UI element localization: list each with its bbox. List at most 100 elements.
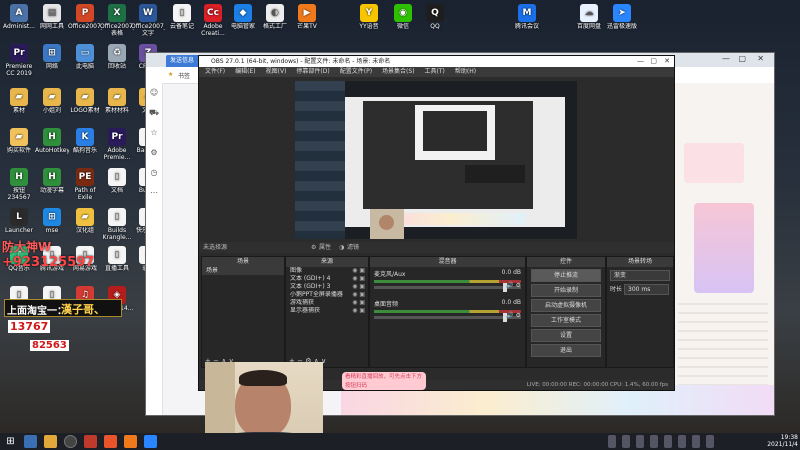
taskbar-app-icon[interactable] [144,435,157,448]
desktop-icon[interactable]: Pr Premiere CC 2019 [2,44,36,77]
desktop-icon[interactable]: PE Path of Exile [68,168,102,201]
control-button[interactable]: 工作室模式 [531,314,601,327]
user-icon[interactable]: ☺ [146,83,162,103]
desktop-icon[interactable]: Q QQ [418,4,452,37]
star-icon[interactable]: ☆ [146,123,162,143]
page-tip[interactable]: 看精彩直播回放，可先点击下方按钮扫码 [342,372,426,390]
speaker-icon[interactable]: 🔊 ⚙ [506,312,521,319]
obs-window[interactable]: OBS 27.0.1 (64-bit, windows) - 配置文件: 未命名… [198,55,675,391]
obs-preview[interactable] [295,81,577,239]
cart-icon[interactable]: ⛟ [146,103,162,123]
scene-item[interactable]: 场景 [202,267,284,275]
duration-input[interactable]: 300 ms [624,284,669,295]
desktop-icon[interactable]: ▰ 素材 [2,88,36,121]
tray-icon[interactable] [622,435,630,448]
desktop-icon[interactable]: L Launcher [2,208,36,241]
transition-select[interactable]: 渐变 [610,270,670,281]
minimize-icon[interactable]: — [637,56,644,67]
desktop-icon[interactable]: ♻ 回收站 [100,44,134,77]
taskbar-app-icon[interactable] [44,435,57,448]
desktop-icon[interactable]: X Office2007_表格 [100,4,134,37]
desktop-icon[interactable]: W Office2007_文字 [131,4,165,37]
desktop-icon[interactable]: H AutoHotkey [35,128,69,161]
maximize-icon[interactable]: ▢ [738,54,746,63]
desktop-icon[interactable]: ▰ 小姐刘 [35,88,69,121]
properties-button[interactable]: 属性 [319,242,331,253]
menu-item[interactable]: 工具(T) [425,68,445,75]
desktop-icon[interactable]: ▰ LOGO素材 [68,88,102,121]
desktop-icon[interactable]: H 动漫字幕 [35,168,69,201]
desktop-icon[interactable]: ◐ 格式工厂 [258,4,292,37]
desktop-icon[interactable]: POffice2007_... [68,4,102,37]
maximize-icon[interactable]: ▢ [650,56,657,67]
desktop-icon[interactable]: ➤ 迅雷极速版 [605,4,639,37]
desktop-icon[interactable]: Y YY语音 [352,4,386,37]
taskbar-app-icon[interactable] [84,435,97,448]
control-button[interactable]: 退出 [531,344,601,357]
tray-icon[interactable] [636,435,644,448]
source-item[interactable]: 小鹅PPT全屏录播器 ◉ ▣ [286,291,368,299]
windows-start-icon[interactable]: ⊞ [4,435,17,448]
control-button[interactable]: 启动虚拟摄像机 [531,299,601,312]
clock[interactable]: 19:38 2021/11/4 [767,434,798,448]
menu-item[interactable]: 视图(V) [266,68,287,75]
taskbar-app-icon[interactable] [124,435,137,448]
desktop-icon[interactable]: ▯ 云备笔记 [165,4,199,37]
gear-icon[interactable]: ⚙ [311,242,316,253]
visibility-icon[interactable]: ◉ ▣ [352,307,365,315]
desktop-icon[interactable]: ◆ 电脑管家 [226,4,260,37]
tray-icon[interactable] [608,435,616,448]
filters-button[interactable]: 滤镜 [347,242,359,253]
volume-slider[interactable]: 🔊 ⚙ [374,282,521,292]
desktop-icon[interactable]: H 按钮234567 [2,168,36,201]
desktop-icon[interactable]: ▤ 网网工具 [35,4,69,37]
tray-icon[interactable] [706,435,714,448]
control-button[interactable]: 设置 [531,329,601,342]
menu-item[interactable]: 场景集合(S) [382,68,415,75]
desktop-icon[interactable]: K 酷狗音乐 [68,128,102,161]
source-item[interactable]: 文本 (GDI+) 3 ◉ ▣ [286,283,368,291]
visibility-icon[interactable]: ◉ ▣ [352,283,365,291]
close-icon[interactable]: ✕ [757,54,764,63]
desktop-icon[interactable]: ▯ 直播工具 [100,246,134,279]
clock-icon[interactable]: ◷ [146,163,162,183]
desktop-icon[interactable]: ▰ 素材材料 [100,88,134,121]
tray-icon[interactable] [650,435,658,448]
desktop-icon[interactable]: A Administ... [2,4,36,37]
desktop-icon[interactable]: ▶ 芒果TV [290,4,324,37]
menu-item[interactable]: 文件(F) [205,68,225,75]
taskbar-app-icon[interactable] [24,435,37,448]
obs-taskbar-icon[interactable] [64,435,77,448]
desktop-icon[interactable]: ☁ 百度网盘 [572,4,606,37]
menu-item[interactable]: 配置文件(P) [340,68,372,75]
source-item[interactable]: 图像 ◉ ▣ [286,267,368,275]
source-item[interactable]: 文本 (GDI+) 4 ◉ ▣ [286,275,368,283]
desktop-icon[interactable]: Cc Adobe Creati... [196,4,230,37]
visibility-icon[interactable]: ◉ ▣ [352,291,365,299]
bookmark-star-icon[interactable]: ★ [168,71,173,78]
taskbar-app-icon[interactable] [104,435,117,448]
menu-item[interactable]: 停靠部件(D) [296,68,329,75]
control-button[interactable]: 开始录制 [531,284,601,297]
menu-item[interactable]: 编辑(E) [235,68,255,75]
desktop-icon[interactable]: ▰ 购买软件 [2,128,36,161]
bookmark-label[interactable]: 书签 [178,71,190,80]
close-icon[interactable]: ✕ [664,56,670,67]
control-button[interactable]: 停止推流 [531,269,601,282]
promo-banner[interactable] [694,203,754,293]
visibility-icon[interactable]: ◉ ▣ [352,267,365,275]
tray-icon[interactable] [664,435,672,448]
tray-icon[interactable] [692,435,700,448]
visibility-icon[interactable]: ◉ ▣ [352,299,365,307]
minimize-icon[interactable]: — [722,54,730,63]
tray-icon[interactable] [678,435,686,448]
desktop-icon[interactable]: Pr Adobe Premie... [100,128,134,161]
desktop-icon[interactable]: ⊞ 网络 [35,44,69,77]
desktop-icon[interactable]: ▭ 此电脑 [68,44,102,77]
speaker-icon[interactable]: 🔊 ⚙ [506,282,521,289]
source-item[interactable]: 显示器捕获 ◉ ▣ [286,307,368,315]
desktop-icon[interactable]: ▯ 文档 [100,168,134,201]
desktop-icon[interactable]: M 腾讯会议 [510,4,544,37]
gear-icon[interactable]: ⚙ [146,143,162,163]
more-icon[interactable]: ⋯ [146,183,162,203]
